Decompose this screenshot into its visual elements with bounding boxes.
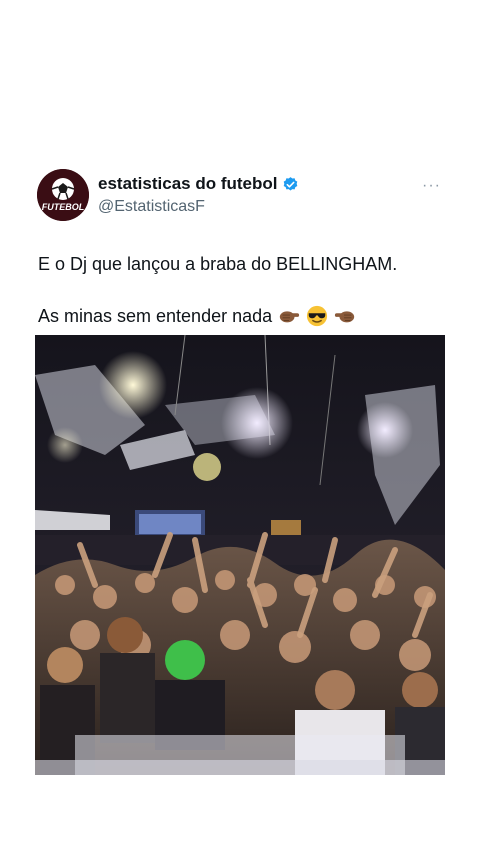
verified-badge-icon: [282, 176, 299, 193]
more-dots-icon[interactable]: ···: [422, 177, 441, 195]
tweet-card: FUTEBOL estatisticas do futebol @Estatis…: [0, 0, 480, 854]
crowd-photo: [35, 335, 445, 775]
handle[interactable]: @EstatisticasF: [98, 198, 205, 216]
tweet-text-line-2: As minas sem entender nada: [38, 305, 356, 327]
tweet-text-line-1: E o Dj que lançou a braba do BELLINGHAM.: [38, 254, 398, 274]
tweet-media-image[interactable]: [35, 335, 445, 775]
avatar-logo-icon: FUTEBOL: [37, 169, 89, 221]
display-name[interactable]: estatisticas do futebol: [98, 174, 277, 194]
sunglasses-face-icon: [306, 305, 328, 327]
name-row: estatisticas do futebol: [98, 174, 299, 194]
point-right-hand-icon: [278, 305, 300, 327]
tweet-text-line-2-text: As minas sem entender nada: [38, 305, 273, 326]
avatar[interactable]: FUTEBOL: [37, 169, 89, 221]
point-left-hand-icon: [334, 305, 356, 327]
avatar-text: FUTEBOL: [42, 202, 85, 212]
